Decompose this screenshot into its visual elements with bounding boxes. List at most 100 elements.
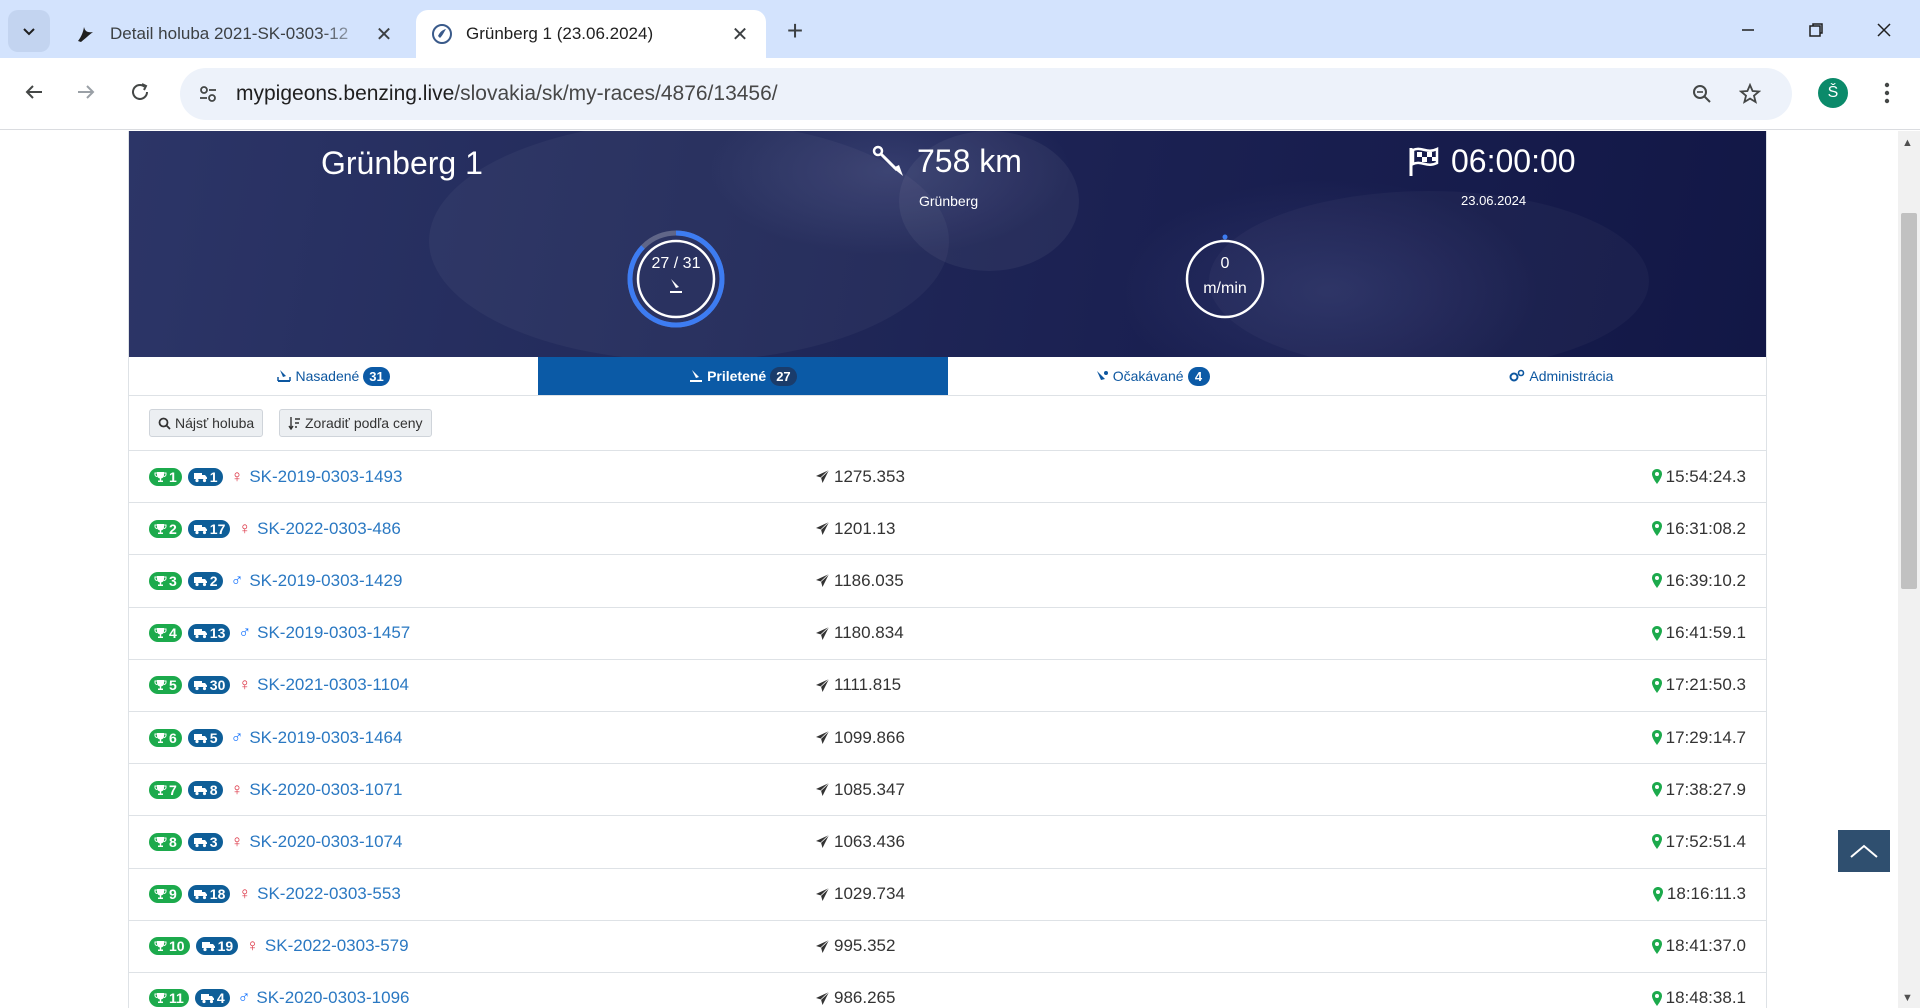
profile-avatar[interactable]: Š <box>1818 78 1848 108</box>
browser-tab-strip: Detail holuba 2021-SK-0303-12 ✕ Grünberg… <box>0 0 1920 58</box>
pigeon-ring-link[interactable]: SK-2019-0303-1493 <box>249 467 402 487</box>
arrival-time: 18:48:38.1 <box>1665 988 1746 1008</box>
address-bar[interactable]: mypigeons.benzing.live/slovakia/sk/my-ra… <box>180 68 1792 120</box>
tab-search-button[interactable] <box>8 10 50 52</box>
pigeon-ring-link[interactable]: SK-2020-0303-1074 <box>249 832 402 852</box>
close-tab-icon[interactable]: ✕ <box>372 22 396 46</box>
pigeon-cell: 9 18 ♀ SK-2022-0303-553 <box>149 869 401 920</box>
tab-basketed[interactable]: Nasadené 31 <box>129 357 538 395</box>
tab-expected[interactable]: Očakávané 4 <box>948 357 1357 395</box>
zoom-icon[interactable] <box>1688 80 1716 108</box>
paper-plane-icon <box>816 574 830 588</box>
arrival-time: 18:16:11.3 <box>1666 884 1746 904</box>
pigeon-cell: 2 17 ♀ SK-2022-0303-486 <box>149 503 401 554</box>
team-badge: 18 <box>187 885 231 904</box>
checkered-flag-icon <box>1409 146 1439 176</box>
scroll-down-arrow-icon[interactable]: ▼ <box>1902 992 1913 1004</box>
sort-label: Zoradiť podľa ceny <box>305 415 423 431</box>
team-badge: 30 <box>187 676 231 695</box>
url-text: mypigeons.benzing.live/slovakia/sk/my-ra… <box>236 82 778 106</box>
female-symbol-icon: ♀ <box>230 831 244 851</box>
sort-by-prize-button[interactable]: Zoradiť podľa ceny <box>279 409 432 437</box>
team-badge: 1 <box>187 467 223 486</box>
place-value: 3 <box>169 572 177 589</box>
truck-icon <box>193 890 207 900</box>
speed-value: 1180.834 <box>834 623 904 643</box>
browser-toolbar: mypigeons.benzing.live/slovakia/sk/my-ra… <box>0 58 1920 130</box>
female-symbol-icon: ♀ <box>238 675 252 695</box>
browser-tab-race[interactable]: Grünberg 1 (23.06.2024) ✕ <box>416 10 766 58</box>
arrival-time-cell: 18:16:11.3 <box>1652 869 1746 920</box>
team-badge: 19 <box>195 937 239 956</box>
place-value: 7 <box>169 781 177 798</box>
pigeon-ring-link[interactable]: SK-2022-0303-553 <box>257 884 401 904</box>
female-symbol-icon: ♀ <box>230 779 244 799</box>
site-settings-icon[interactable] <box>192 78 224 110</box>
browser-tab-pigeon-detail[interactable]: Detail holuba 2021-SK-0303-12 ✕ <box>60 10 410 58</box>
minimize-button[interactable] <box>1720 8 1776 52</box>
pigeon-ring-link[interactable]: SK-2020-0303-1071 <box>249 780 402 800</box>
arrival-time: 17:52:51.4 <box>1665 831 1746 851</box>
place-badge: 2 <box>149 519 182 538</box>
close-tab-icon[interactable]: ✕ <box>728 22 752 46</box>
place-badge: 4 <box>149 624 182 643</box>
find-pigeon-button[interactable]: Nájsť holuba <box>149 409 264 437</box>
pigeon-ring-link[interactable]: SK-2022-0303-579 <box>265 936 409 956</box>
place-value: 2 <box>169 520 177 537</box>
team-value: 5 <box>209 729 218 746</box>
reload-button[interactable] <box>120 72 160 112</box>
restore-button[interactable] <box>1788 8 1844 52</box>
tab-title: Detail holuba 2021-SK-0303-12 <box>110 24 349 43</box>
back-to-top-button[interactable] <box>1838 830 1890 872</box>
pigeon-cell: 4 13 ♂ SK-2019-0303-1457 <box>149 608 410 659</box>
speed-value: 1111.815 <box>834 675 902 695</box>
pigeon-ring-link[interactable]: SK-2022-0303-486 <box>257 519 401 539</box>
map-marker-icon <box>1651 834 1662 850</box>
place-badge: 7 <box>149 780 182 799</box>
pigeon-ring-link[interactable]: SK-2019-0303-1464 <box>249 728 402 748</box>
team-badge: 13 <box>187 624 231 643</box>
team-value: 13 <box>209 625 226 642</box>
arrived-count: 27 / 31 <box>651 255 701 272</box>
restore-icon <box>1809 23 1823 37</box>
speed-cell: 1099.866 <box>815 712 905 763</box>
scroll-thumb[interactable] <box>1901 213 1917 589</box>
place-badge: 1 <box>149 467 182 486</box>
landing-pigeon-icon <box>624 277 728 300</box>
female-symbol-icon: ♀ <box>238 518 252 538</box>
paper-plane-icon <box>816 835 830 849</box>
speed-value: 1085.347 <box>834 779 905 799</box>
arrival-time: 18:41:37.0 <box>1665 936 1746 956</box>
pigeon-ring-link[interactable]: SK-2021-0303-1104 <box>257 675 409 695</box>
forward-button[interactable] <box>66 72 106 112</box>
pigeon-ring-link[interactable]: SK-2019-0303-1429 <box>249 571 402 591</box>
map-marker-icon <box>1651 730 1662 746</box>
tab-arrived[interactable]: Priletené 27 <box>538 357 948 395</box>
browser-menu-button[interactable] <box>1872 76 1902 110</box>
close-window-button[interactable] <box>1856 8 1912 52</box>
truck-icon <box>193 733 207 743</box>
paper-plane-icon <box>816 469 830 484</box>
team-badge: 8 <box>187 780 223 799</box>
map-marker-icon <box>1651 469 1662 485</box>
page-viewport: Grünberg 1 758 km Grünberg 06:00:00 23.0… <box>0 131 1898 1008</box>
arrival-time: 16:41:59.1 <box>1665 623 1746 643</box>
speed-value: 1275.353 <box>834 466 905 486</box>
trophy-icon <box>154 575 167 586</box>
chevron-up-icon <box>1850 844 1878 858</box>
arrival-time-cell: 18:41:37.0 <box>1651 921 1746 972</box>
pigeon-ring-link[interactable]: SK-2019-0303-1457 <box>257 623 410 643</box>
new-tab-button[interactable]: + <box>778 14 812 48</box>
pigeon-cell: 11 4 ♂ SK-2020-0303-1096 <box>149 973 409 1008</box>
page-scrollbar[interactable]: ▲ ▼ <box>1898 131 1920 1008</box>
place-value: 10 <box>169 938 185 955</box>
tab-administration[interactable]: Administrácia <box>1357 357 1766 395</box>
arrival-time-cell: 17:38:27.9 <box>1651 764 1746 815</box>
back-button[interactable] <box>14 72 54 112</box>
pigeon-ring-link[interactable]: SK-2020-0303-1096 <box>256 988 409 1008</box>
scroll-up-arrow-icon[interactable]: ▲ <box>1902 137 1913 149</box>
bookmark-star-icon[interactable] <box>1736 80 1764 108</box>
paper-plane-icon <box>816 521 830 536</box>
pigeon-cell: 10 19 ♀ SK-2022-0303-579 <box>149 921 409 972</box>
arrival-time-cell: 15:54:24.3 <box>1651 451 1746 502</box>
